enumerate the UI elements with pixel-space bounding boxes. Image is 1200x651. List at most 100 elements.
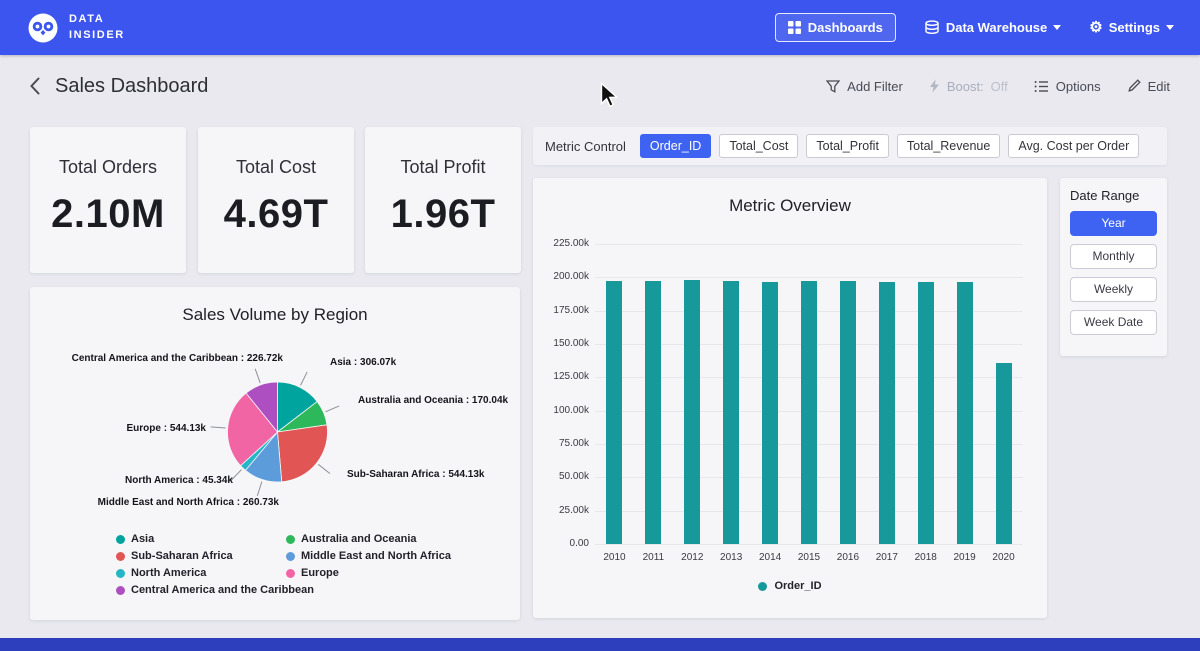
dashboards-label: Dashboards — [808, 20, 883, 35]
boost-value: Off — [991, 79, 1008, 94]
pie-slice-sub-saharan-africa[interactable] — [278, 425, 328, 482]
metric-control-label: Metric Control — [545, 139, 626, 154]
pie-leader-line — [301, 372, 308, 385]
pie-legend-column-2: Australia and Oceania Middle East and Nor… — [286, 533, 451, 579]
legend-label: Asia — [131, 533, 154, 545]
bar-2014[interactable] — [762, 282, 778, 544]
legend-item: Central America and the Caribbean — [116, 584, 314, 596]
metric-button[interactable]: Order_ID — [640, 134, 711, 158]
data-warehouse-menu[interactable]: Data Warehouse — [924, 20, 1061, 36]
settings-menu[interactable]: ⚙ Settings — [1089, 20, 1174, 35]
boost-label: Boost: — [947, 79, 984, 94]
legend-item: Australia and Oceania — [286, 533, 451, 545]
metric-button[interactable]: Total_Revenue — [897, 134, 1000, 158]
metric-button[interactable]: Total_Cost — [719, 134, 798, 158]
kpi-value: 1.96T — [365, 192, 521, 237]
legend-dot — [116, 552, 125, 561]
bar-2020[interactable] — [996, 363, 1012, 544]
metric-button[interactable]: Avg. Cost per Order — [1008, 134, 1139, 158]
kpi-card-total-orders: Total Orders 2.10M — [30, 127, 186, 273]
pie-leader-line — [257, 482, 262, 496]
kpi-card-total-profit: Total Profit 1.96T — [365, 127, 521, 273]
y-axis-tick: 25.00k — [537, 505, 589, 516]
legend-dot — [116, 535, 125, 544]
legend-label: North America — [131, 567, 206, 579]
options-list-icon — [1034, 80, 1049, 93]
legend-dot — [758, 582, 767, 591]
dashboard-header: Sales Dashboard Add Filter Boost: Off Op… — [0, 55, 1200, 117]
bar-2013[interactable] — [723, 281, 739, 544]
edit-button[interactable]: Edit — [1127, 79, 1170, 94]
brand: DATA INSIDER — [26, 11, 125, 45]
options-label: Options — [1056, 79, 1101, 94]
bar-2010[interactable] — [606, 281, 622, 544]
bar-2019[interactable] — [957, 282, 973, 544]
chevron-down-icon — [1166, 25, 1174, 30]
x-axis-tick: 2017 — [867, 552, 907, 563]
owl-logo-icon — [26, 11, 60, 45]
legend-dot — [116, 586, 125, 595]
chevron-down-icon — [1053, 25, 1061, 30]
pie-callout-asia: Asia : 306.07k — [330, 357, 396, 368]
pie-slice-asia[interactable] — [278, 382, 318, 432]
filter-funnel-icon — [826, 80, 840, 93]
date-range-button[interactable]: Week Date — [1070, 310, 1157, 335]
date-range-button[interactable]: Year — [1070, 211, 1157, 236]
y-axis-tick: 75.00k — [537, 438, 589, 449]
brand-line2: INSIDER — [69, 28, 125, 43]
pie-slice-middle-east-and-north-africa[interactable] — [245, 432, 281, 482]
legend-item: Sub-Saharan Africa — [116, 550, 314, 562]
metric-button[interactable]: Total_Profit — [806, 134, 889, 158]
date-range-button[interactable]: Monthly — [1070, 244, 1157, 269]
bar-2015[interactable] — [801, 281, 817, 544]
pie-legend-column-1: Asia Sub-Saharan Africa North America Centr… — [116, 533, 314, 596]
pie-chart-title: Sales Volume by Region — [30, 287, 520, 325]
bar-2011[interactable] — [645, 281, 661, 544]
bar-2017[interactable] — [879, 282, 895, 544]
pie-slice-central-america-and-the-caribbean[interactable] — [246, 382, 277, 432]
pie-leader-line — [211, 427, 226, 428]
pie-callout-australia-oceania: Australia and Oceania : 170.04k — [358, 395, 508, 406]
dashboards-button[interactable]: Dashboards — [775, 13, 896, 42]
pie-slice-europe[interactable] — [227, 393, 277, 466]
options-button[interactable]: Options — [1034, 79, 1101, 94]
legend-label: Middle East and North Africa — [301, 550, 451, 562]
x-axis-tick: 2015 — [789, 552, 829, 563]
bar-2018[interactable] — [918, 282, 934, 544]
pie-leader-line — [325, 406, 339, 412]
metric-control-bar: Metric Control Order_ID Total_Cost Total… — [533, 127, 1167, 165]
y-axis-tick: 100.00k — [537, 405, 589, 416]
date-range-card: Date Range Year Monthly Weekly Week Date — [1060, 178, 1167, 356]
date-range-button[interactable]: Weekly — [1070, 277, 1157, 302]
pie-leader-line — [255, 369, 260, 383]
brand-line1: DATA — [69, 12, 125, 27]
back-chevron-icon[interactable] — [30, 77, 40, 95]
metric-overview-card: Metric Overview 0.0025.00k50.00k75.00k10… — [533, 178, 1047, 618]
kpi-value: 4.69T — [198, 192, 354, 237]
bar-2016[interactable] — [840, 281, 856, 544]
legend-dot — [286, 569, 295, 578]
legend-item: Europe — [286, 567, 451, 579]
legend-label: Australia and Oceania — [301, 533, 417, 545]
gridline — [595, 544, 1023, 545]
bar-chart-title: Metric Overview — [533, 178, 1047, 216]
sales-volume-pie-card: Sales Volume by Region Asia : 306.07k Au… — [30, 287, 520, 620]
kpi-label: Total Profit — [365, 157, 521, 178]
gridline — [595, 244, 1023, 245]
legend-item: Middle East and North Africa — [286, 550, 451, 562]
legend-dot — [116, 569, 125, 578]
pie-callout-europe: Europe : 544.13k — [78, 423, 206, 434]
pie-slice-australia-and-oceania[interactable] — [278, 402, 327, 432]
legend-label: Sub-Saharan Africa — [131, 550, 233, 562]
pie-slice-north-america[interactable] — [241, 432, 278, 470]
legend-item: North America — [116, 567, 314, 579]
bar-chart-legend: Order_ID — [533, 580, 1047, 592]
pie-callout-north-america: North America : 45.34k — [85, 475, 233, 486]
add-filter-button[interactable]: Add Filter — [826, 79, 903, 94]
bar-chart-plot: 0.0025.00k50.00k75.00k100.00k125.00k150.… — [595, 244, 1023, 544]
x-axis-tick: 2020 — [984, 552, 1024, 563]
boost-toggle[interactable]: Boost: Off — [929, 79, 1008, 94]
kpi-card-total-cost: Total Cost 4.69T — [198, 127, 354, 273]
bar-2012[interactable] — [684, 280, 700, 544]
legend-label: Order_ID — [774, 580, 821, 592]
